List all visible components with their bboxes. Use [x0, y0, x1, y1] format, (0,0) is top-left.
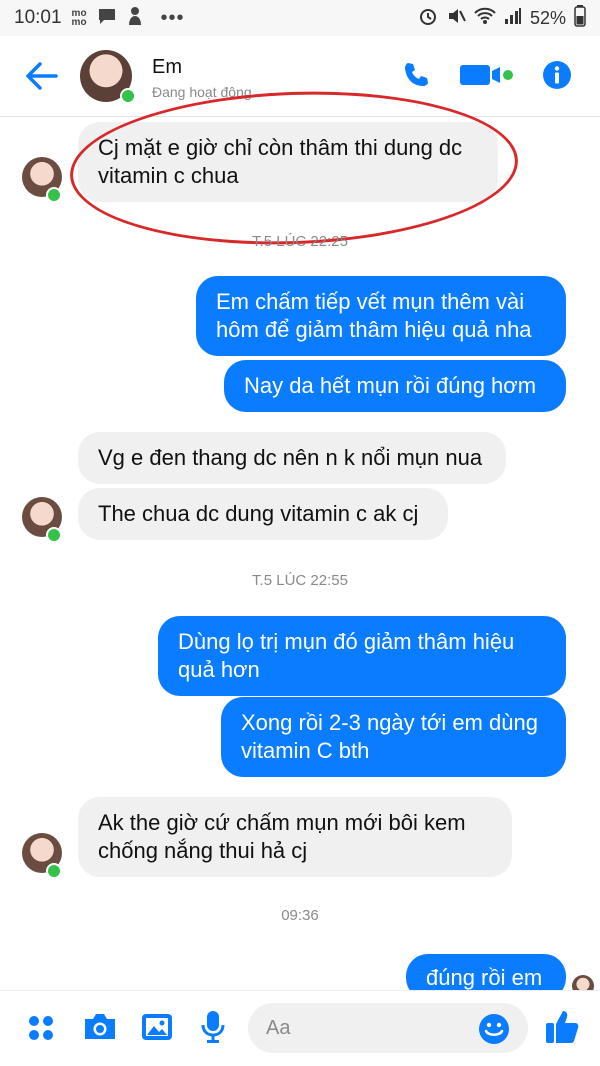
contact-name[interactable]: Em: [152, 56, 182, 79]
chat-header: Em Đang hoạt động: [0, 36, 600, 117]
more-notifications-icon: •••: [160, 6, 185, 29]
incoming-message[interactable]: Cj mặt e giờ chỉ còn thâm thi dung dc vi…: [78, 122, 498, 202]
outgoing-message[interactable]: Nay da hết mụn rồi đúng hơm: [224, 360, 566, 412]
battery-level: 52%: [529, 7, 566, 28]
online-status-dot: [46, 863, 62, 879]
menu-dots-icon[interactable]: [26, 1013, 56, 1048]
outgoing-message[interactable]: Xong rồi 2-3 ngày tới em dùng vitamin C …: [221, 697, 566, 777]
microphone-icon[interactable]: [200, 1009, 226, 1050]
phone-call-icon[interactable]: [402, 60, 432, 95]
info-icon[interactable]: [542, 60, 572, 95]
message-composer: [0, 990, 600, 1066]
app-notification-icon: [127, 6, 143, 31]
emoji-icon[interactable]: [478, 1013, 510, 1050]
status-time: 10:01: [14, 7, 62, 28]
timestamp: T.5 LÚC 22:25: [252, 233, 348, 250]
status-bar: 10:01 mo mo ••• 52%: [0, 0, 600, 36]
timestamp: 09:36: [281, 907, 319, 924]
gallery-icon[interactable]: [140, 1011, 174, 1048]
active-status: Đang hoạt động: [152, 84, 252, 100]
incoming-message[interactable]: The chua dc dung vitamin c ak cj: [78, 488, 448, 540]
wifi-icon: [474, 7, 496, 30]
signal-icon: [504, 7, 522, 30]
back-arrow-icon[interactable]: [24, 60, 58, 92]
video-call-icon[interactable]: [460, 61, 514, 94]
timestamp: T.5 LÚC 22:55: [252, 572, 348, 589]
momo-icon: mo mo: [71, 8, 87, 28]
online-status-dot: [46, 527, 62, 543]
thumbs-up-icon[interactable]: [544, 1007, 580, 1050]
battery-icon: [574, 4, 586, 32]
camera-icon[interactable]: [82, 1011, 118, 1048]
message-icon: [97, 7, 117, 30]
online-status-dot: [120, 88, 136, 104]
alarm-icon: [418, 6, 438, 31]
outgoing-message[interactable]: Dùng lọ trị mụn đó giảm thâm hiệu quả hơ…: [158, 616, 566, 696]
online-status-dot: [46, 187, 62, 203]
incoming-message[interactable]: Vg e đen thang dc nên n k nổi mụn nua: [78, 432, 506, 484]
outgoing-message[interactable]: Em chấm tiếp vết mụn thêm vài hôm để giả…: [196, 276, 566, 356]
incoming-message[interactable]: Ak the giờ cứ chấm mụn mới bôi kem chống…: [78, 797, 512, 877]
mute-icon: [446, 6, 466, 31]
